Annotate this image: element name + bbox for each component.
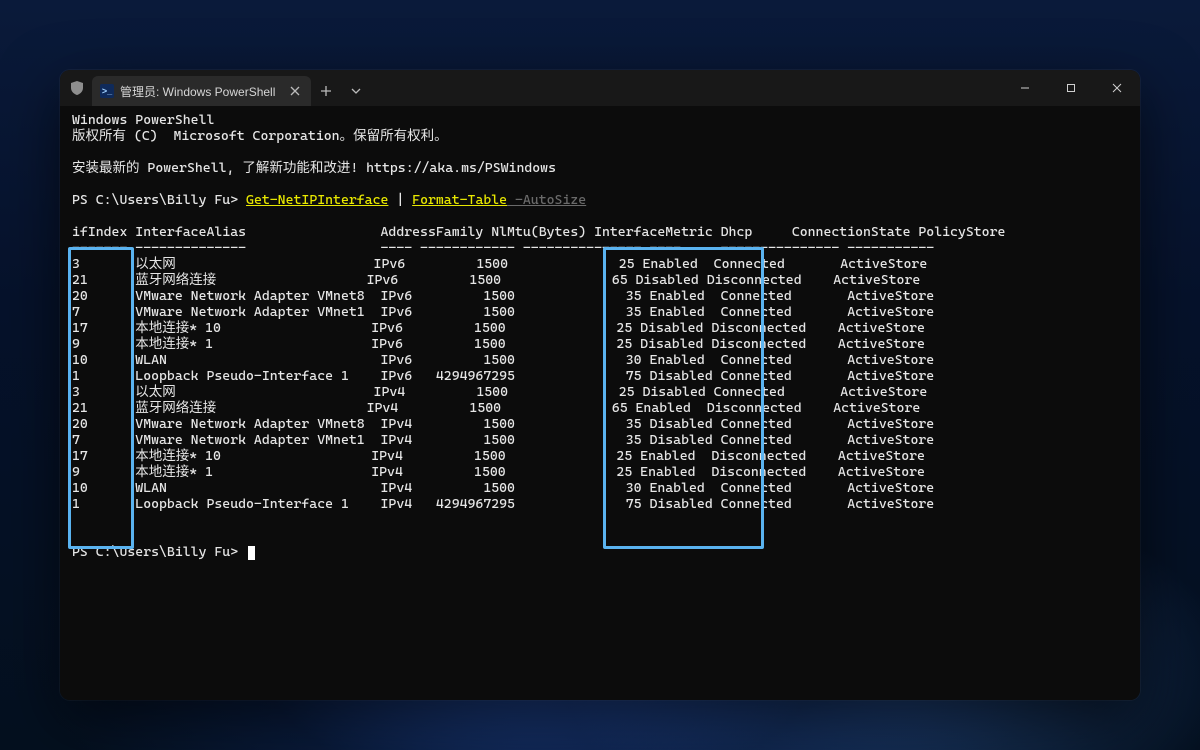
title-bar[interactable]: >_ 管理员: Windows PowerShell (60, 70, 1140, 106)
highlight-box (603, 247, 764, 549)
active-tab[interactable]: >_ 管理员: Windows PowerShell (92, 76, 311, 106)
desktop-background: >_ 管理员: Windows PowerShell (0, 0, 1200, 750)
text-cursor (248, 546, 255, 560)
shield-icon (70, 81, 84, 95)
new-tab-button[interactable] (311, 76, 341, 106)
terminal-output[interactable]: Windows PowerShell 版权所有 (C) Microsoft Co… (60, 106, 1140, 700)
minimize-button[interactable] (1002, 70, 1048, 106)
powershell-icon: >_ (100, 84, 114, 98)
highlight-box (68, 247, 134, 549)
close-button[interactable] (1094, 70, 1140, 106)
maximize-button[interactable] (1048, 70, 1094, 106)
tab-close-button[interactable] (287, 83, 303, 99)
tab-title: 管理员: Windows PowerShell (120, 83, 275, 100)
terminal-window: >_ 管理员: Windows PowerShell (60, 70, 1140, 700)
tab-dropdown-button[interactable] (341, 76, 371, 106)
